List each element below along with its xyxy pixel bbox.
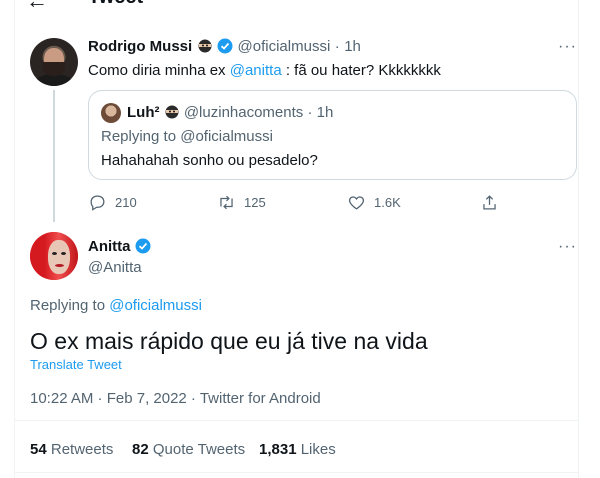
translate-tweet-link[interactable]: Translate Tweet bbox=[30, 357, 122, 372]
like-button[interactable]: 1.6K bbox=[347, 193, 401, 212]
share-icon bbox=[483, 195, 496, 210]
back-arrow-icon[interactable]: ← bbox=[26, 0, 48, 14]
verified-badge-icon bbox=[135, 238, 151, 254]
quote-text: Hahahahah sonho ou pesadelo? bbox=[101, 152, 318, 169]
quote-header: Luh² @luzinhacoments · 1h bbox=[127, 104, 334, 121]
replying-handle[interactable]: @oficialmussi bbox=[180, 128, 273, 145]
replying-to: Replying to @oficialmussi bbox=[30, 297, 202, 314]
author-handle[interactable]: @Anitta bbox=[88, 259, 142, 276]
retweet-button[interactable]: 125 bbox=[217, 193, 266, 212]
replying-handle[interactable]: @oficialmussi bbox=[109, 297, 202, 314]
author-name[interactable]: Rodrigo Mussi bbox=[88, 38, 192, 55]
author-handle[interactable]: @oficialmussi bbox=[238, 38, 331, 55]
share-button[interactable] bbox=[480, 193, 499, 212]
avatar[interactable] bbox=[30, 232, 78, 280]
like-count: 1.6K bbox=[374, 195, 401, 210]
reply-count: 210 bbox=[115, 195, 137, 210]
mention-link[interactable]: @anitta bbox=[230, 62, 282, 79]
parent-tweet-header: Rodrigo Mussi @oficialmussi · 1h bbox=[88, 38, 361, 55]
likes-stat[interactable]: 1,831 Likes bbox=[259, 441, 336, 458]
replying-to: Replying to @oficialmussi bbox=[101, 128, 273, 145]
tweet-time[interactable]: 1h bbox=[344, 38, 361, 55]
retweet-icon bbox=[220, 195, 233, 210]
author-handle[interactable]: @luzinhacoments bbox=[184, 104, 303, 121]
main-tweet-author: Anitta bbox=[88, 238, 151, 256]
more-options-icon[interactable]: ··· bbox=[558, 38, 577, 56]
column-right-border bbox=[578, 0, 579, 478]
main-tweet-text: O ex mais rápido que eu já tive na vida bbox=[30, 328, 428, 354]
divider bbox=[15, 472, 578, 473]
tweet-time[interactable]: 1h bbox=[317, 104, 334, 121]
thread-line bbox=[53, 90, 55, 222]
quote-tweets-stat[interactable]: 82 Quote Tweets bbox=[132, 441, 245, 458]
ninja-emoji-icon bbox=[197, 38, 213, 54]
divider bbox=[15, 420, 578, 421]
more-options-icon[interactable]: ··· bbox=[558, 238, 577, 256]
ninja-emoji-icon bbox=[164, 104, 180, 120]
retweet-count: 125 bbox=[244, 195, 266, 210]
reply-icon bbox=[90, 195, 105, 211]
parent-tweet-text: Como diria minha ex @anitta : fã ou hate… bbox=[88, 62, 441, 79]
column-left-border bbox=[14, 0, 15, 478]
author-name[interactable]: Luh² bbox=[127, 104, 159, 121]
reply-button[interactable]: 210 bbox=[88, 193, 137, 212]
verified-badge-icon bbox=[217, 38, 233, 54]
page-title: Tweet bbox=[88, 0, 143, 9]
avatar[interactable] bbox=[30, 38, 78, 86]
avatar[interactable] bbox=[101, 103, 121, 123]
heart-icon bbox=[348, 196, 365, 210]
tweet-timestamp[interactable]: 10:22 AM · Feb 7, 2022 · Twitter for And… bbox=[30, 390, 321, 407]
author-name[interactable]: Anitta bbox=[88, 238, 131, 255]
retweets-stat[interactable]: 54 Retweets bbox=[30, 441, 113, 458]
